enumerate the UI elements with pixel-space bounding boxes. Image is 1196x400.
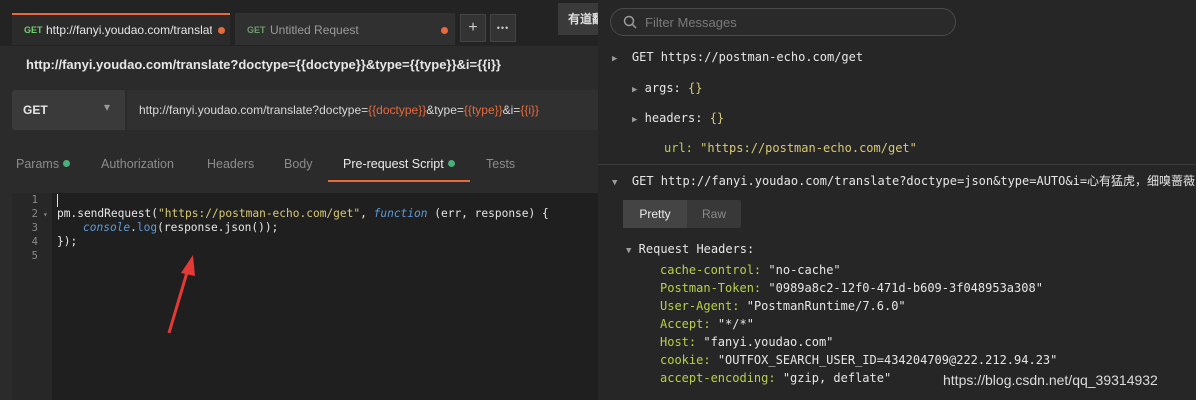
filter-messages-input[interactable]: Filter Messages	[610, 8, 956, 36]
active-tab-indicator	[328, 180, 470, 182]
tab-label: Params	[16, 157, 60, 171]
tab-params[interactable]: Params	[16, 157, 71, 171]
tab-method: GET	[24, 25, 43, 35]
section-title: Request Headers:	[638, 242, 755, 256]
tab-body[interactable]: Body	[284, 157, 313, 171]
console-panel: Filter Messages ▶ GET https://postman-ec…	[598, 0, 1196, 400]
environment-selector[interactable]: 有道翻	[558, 3, 598, 35]
unsaved-dot	[218, 27, 225, 34]
url-bar: GET ▾ http://fanyi.youdao.com/translate?…	[12, 90, 598, 130]
red-arrow-annotation	[167, 255, 195, 334]
field-value: "https://postman-echo.com/get"	[700, 141, 917, 155]
more-tabs-button[interactable]: •••	[490, 14, 516, 42]
headers-row[interactable]: ▶ headers: {}	[632, 111, 724, 125]
tab-label: Pre-request Script	[343, 157, 444, 171]
status-dot	[63, 160, 71, 167]
tab-pre-request-script[interactable]: Pre-request Script	[343, 157, 455, 171]
header-key: cookie:	[660, 353, 711, 367]
field-key: args:	[644, 81, 681, 95]
method-value: GET	[23, 103, 48, 117]
console-entry-echo[interactable]: ▶ GET https://postman-echo.com/get	[612, 50, 863, 64]
header-row: accept-encoding: "gzip, deflate"	[660, 371, 891, 385]
header-value: "gzip, deflate"	[782, 371, 892, 385]
url-row: url: "https://postman-echo.com/get"	[664, 141, 917, 155]
request-tab-youdao[interactable]: GET http://fanyi.youdao.com/translat	[12, 13, 230, 45]
field-key: headers:	[644, 111, 703, 125]
url-variable: {{type}}	[463, 103, 503, 117]
status-dot	[447, 160, 455, 167]
field-key: url:	[664, 141, 693, 155]
collapse-icon: ▼	[612, 178, 618, 188]
entry-method: GET	[631, 50, 654, 64]
collapse-icon: ▼	[626, 246, 632, 256]
chevron-down-icon: ▾	[104, 100, 111, 114]
header-row: Postman-Token: "0989a8c2-12f0-471d-b609-…	[660, 281, 1043, 295]
divider	[598, 164, 1196, 165]
request-subtabs: Params Authorization Headers Body Pre-re…	[0, 147, 598, 183]
request-tab-untitled[interactable]: GET Untitled Request	[235, 13, 455, 45]
request-panel: GET http://fanyi.youdao.com/translat GET…	[0, 0, 598, 400]
header-key: accept-encoding:	[660, 371, 776, 385]
args-row[interactable]: ▶ args: {}	[632, 81, 702, 95]
url-part: &i=	[502, 103, 521, 117]
add-tab-button[interactable]: +	[460, 14, 486, 42]
header-value: "PostmanRuntime/7.6.0"	[746, 299, 906, 313]
pretty-button[interactable]: Pretty	[623, 200, 687, 228]
expand-icon: ▶	[632, 115, 638, 125]
filter-placeholder: Filter Messages	[645, 15, 737, 30]
header-value: "OUTFOX_SEARCH_USER_ID=434204709@222.212…	[717, 353, 1058, 367]
header-key: Host:	[660, 335, 697, 349]
tab-method: GET	[247, 25, 266, 35]
tab-title: Untitled Request	[270, 23, 359, 37]
tab-title: http://fanyi.youdao.com/translat	[46, 23, 212, 37]
url-variable: {{doctype}}	[368, 103, 427, 117]
watermark: https://blog.csdn.net/qq_39314932	[943, 372, 1158, 388]
field-value: {}	[709, 111, 725, 125]
header-key: Postman-Token:	[660, 281, 762, 295]
request-name: http://fanyi.youdao.com/translate?doctyp…	[26, 57, 501, 72]
tab-authorization[interactable]: Authorization	[101, 157, 174, 171]
url-variable: {{i}}	[520, 103, 540, 117]
script-editor[interactable]: 1 2 ▾ 3 4 5 pm.sendRequest("https://post…	[12, 193, 598, 400]
header-value: "fanyi.youdao.com"	[703, 335, 834, 349]
entry-url: https://postman-echo.com/get	[660, 50, 864, 64]
request-tab-bar: GET http://fanyi.youdao.com/translat GET…	[0, 0, 598, 46]
entry-method: GET	[631, 174, 654, 188]
url-input[interactable]: http://fanyi.youdao.com/translate?doctyp…	[127, 90, 598, 130]
raw-button[interactable]: Raw	[687, 200, 741, 228]
header-value: "0989a8c2-12f0-471d-b609-3f048953a308"	[768, 281, 1043, 295]
url-part: &type=	[426, 103, 464, 117]
header-key: Accept:	[660, 317, 711, 331]
header-key: User-Agent:	[660, 299, 740, 313]
tab-headers[interactable]: Headers	[207, 157, 254, 171]
view-toggle: Pretty Raw	[623, 200, 741, 228]
header-row: Host: "fanyi.youdao.com"	[660, 335, 833, 349]
console-entry-youdao[interactable]: ▼ GET http://fanyi.youdao.com/translate?…	[612, 172, 1196, 189]
header-row: cache-control: "no-cache"	[660, 263, 841, 277]
request-headers-section[interactable]: ▼ Request Headers:	[626, 242, 754, 256]
header-row: Accept: "*/*"	[660, 317, 754, 331]
unsaved-dot	[441, 27, 448, 34]
search-icon	[623, 15, 637, 29]
expand-icon: ▶	[612, 54, 618, 64]
method-select[interactable]: GET ▾	[12, 90, 125, 130]
url-part: http://fanyi.youdao.com/translate?doctyp…	[139, 103, 369, 117]
header-row: User-Agent: "PostmanRuntime/7.6.0"	[660, 299, 906, 313]
expand-icon: ▶	[632, 85, 638, 95]
field-value: {}	[688, 81, 703, 95]
header-value: "no-cache"	[768, 263, 841, 277]
tab-tests[interactable]: Tests	[486, 157, 515, 171]
header-key: cache-control:	[660, 263, 762, 277]
url-text: http://fanyi.youdao.com/translate?doctyp…	[139, 103, 539, 117]
header-row: cookie: "OUTFOX_SEARCH_USER_ID=434204709…	[660, 353, 1057, 367]
header-value: "*/*"	[717, 317, 754, 331]
entry-url: http://fanyi.youdao.com/translate?doctyp…	[660, 174, 1196, 188]
